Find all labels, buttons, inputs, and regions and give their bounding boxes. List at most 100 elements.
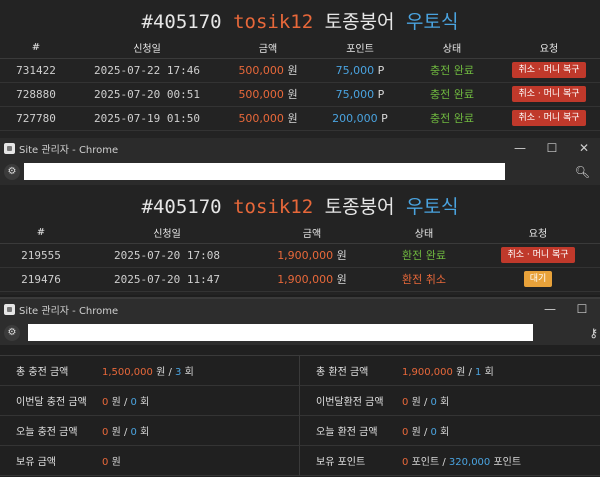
unit: 원	[411, 397, 421, 408]
address-bar-row: ⚙ 🔍︎	[0, 158, 600, 185]
summary-month-exchange: 이번달환전 금액 0 원 / 0 회	[300, 386, 600, 416]
points-value: 75,000	[335, 87, 375, 101]
unit: 회	[440, 427, 450, 438]
minimize-icon[interactable]: —	[504, 141, 536, 155]
table-row: 728880 2025-07-20 00:51 500,000 원 75,000…	[0, 82, 600, 107]
summary-label: 이번달 충전 금액	[16, 397, 87, 408]
row-action: 취소 · 머니 복구	[498, 106, 600, 131]
unit: 회	[440, 397, 450, 408]
count-value: 0	[130, 397, 137, 408]
points-unit: P	[381, 111, 388, 125]
charge-panel-title: #405170 tosik12 토종붕어 우토식	[0, 0, 600, 38]
summary-label: 총 충전 금액	[16, 367, 69, 378]
status-badge: 충전 완료	[406, 82, 498, 107]
exchange-panel-title: #405170 tosik12 토종붕어 우토식	[0, 185, 600, 223]
summary-value: 0 포인트 / 320,000 포인트	[402, 453, 521, 468]
row-amount: 1,900,000 원	[252, 267, 372, 292]
window-title-bar[interactable]: Site 관리자 - Chrome — ☐ ✕	[0, 138, 600, 158]
window-controls: — ☐	[534, 302, 598, 316]
amount-value: 0	[402, 457, 409, 468]
summary-today-charge: 오늘 충전 금액 0 원 / 0 회	[0, 416, 300, 446]
summary-value: 0 원	[102, 453, 121, 468]
status-badge: 충전 완료	[406, 106, 498, 131]
unit: 회	[484, 367, 494, 378]
table-row: 219476 2025-07-20 11:47 1,900,000 원 환전 취…	[0, 267, 600, 292]
col-status: 상태	[406, 38, 498, 59]
col-action: 요청	[498, 38, 600, 59]
points-unit: P	[377, 87, 385, 101]
summary-label: 보유 금액	[16, 457, 56, 468]
separator: /	[423, 427, 428, 438]
unit: 원	[111, 397, 121, 408]
unit: 원	[111, 427, 121, 438]
separator: /	[468, 367, 472, 378]
summary-panel: 총 충전 금액 1,500,000 원 / 3 회 총 환전 금액 1,900,…	[0, 345, 600, 477]
close-icon[interactable]: ✕	[568, 141, 600, 155]
summary-value: 0 원 / 0 회	[402, 393, 449, 408]
member-username: tosik12	[233, 196, 314, 218]
member-username: tosik12	[233, 11, 314, 33]
pending-button[interactable]: 대기	[523, 271, 553, 287]
amount-unit: 원	[287, 88, 298, 101]
col-date: 신청일	[72, 38, 222, 59]
row-no: 728880	[0, 82, 72, 107]
site-settings-icon[interactable]: ⚙	[4, 163, 20, 180]
maximize-icon[interactable]: ☐	[536, 141, 568, 155]
col-no: #	[0, 223, 82, 244]
key-icon[interactable]: ⚷	[589, 326, 598, 340]
amount-unit: 원	[336, 273, 347, 286]
row-no: 219555	[0, 243, 82, 268]
window-title-bar[interactable]: Site 관리자 - Chrome — ☐	[0, 299, 600, 319]
row-no: 731422	[0, 58, 72, 83]
minimize-icon[interactable]: —	[534, 302, 566, 316]
address-bar-row: ⚙ ⚷	[0, 319, 600, 346]
summary-value: 0 원 / 0 회	[102, 393, 149, 408]
row-action: 대기	[476, 267, 600, 292]
amount-unit: 원	[287, 64, 298, 77]
summary-value: 1,500,000 원 / 3 회	[102, 363, 194, 378]
url-input[interactable]	[28, 324, 533, 341]
col-amount: 금액	[222, 38, 314, 59]
amount-value: 500,000	[238, 64, 284, 77]
cancel-restore-button[interactable]: 취소 · 머니 복구	[512, 62, 586, 78]
amount-unit: 원	[287, 112, 298, 125]
col-points: 포인트	[314, 38, 406, 59]
col-action: 요청	[476, 223, 600, 244]
unit: 회	[184, 367, 194, 378]
cancel-restore-button[interactable]: 취소 · 머니 복구	[512, 110, 586, 126]
amount-value: 1,900,000	[402, 367, 453, 378]
amount-value: 1,900,000	[277, 273, 334, 286]
row-amount: 1,900,000 원	[252, 243, 372, 268]
zoom-icon[interactable]: 🔍︎	[575, 165, 590, 179]
count-value: 3	[175, 367, 182, 378]
summary-points: 보유 포인트 0 포인트 / 320,000 포인트	[300, 446, 600, 476]
unit: 원	[411, 427, 421, 438]
separator: /	[123, 397, 128, 408]
count-value: 0	[430, 427, 437, 438]
col-amount: 금액	[252, 223, 372, 244]
summary-total-charge: 총 충전 금액 1,500,000 원 / 3 회	[0, 356, 300, 386]
summary-label: 오늘 환전 금액	[316, 427, 378, 438]
status-badge: 환전 취소	[372, 267, 476, 292]
summary-label: 이번달환전 금액	[316, 397, 384, 408]
summary-label: 보유 포인트	[316, 457, 366, 468]
points-total-value: 320,000	[448, 457, 491, 468]
row-amount: 500,000 원	[222, 82, 314, 107]
summary-label: 총 환전 금액	[316, 367, 369, 378]
summary-value: 0 원 / 0 회	[102, 423, 149, 438]
row-action: 취소 · 머니 복구	[498, 82, 600, 107]
maximize-icon[interactable]: ☐	[566, 302, 598, 316]
member-id: #405170	[141, 11, 222, 33]
url-input[interactable]	[24, 163, 505, 180]
charge-table: # 신청일 금액 포인트 상태 요청 731422 2025-07-22 17:…	[0, 38, 600, 131]
window-controls: — ☐ ✕	[504, 141, 600, 155]
unit: 회	[140, 427, 150, 438]
cancel-restore-button[interactable]: 취소 · 머니 복구	[512, 86, 586, 102]
member-grade: 우토식	[405, 196, 459, 218]
points-unit: P	[377, 63, 385, 77]
row-points: 75,000 P	[314, 58, 406, 83]
cancel-restore-button[interactable]: 취소 · 머니 복구	[501, 247, 575, 263]
unit: 포인트	[493, 457, 522, 468]
amount-value: 1,900,000	[277, 249, 334, 262]
site-settings-icon[interactable]: ⚙	[4, 324, 20, 341]
